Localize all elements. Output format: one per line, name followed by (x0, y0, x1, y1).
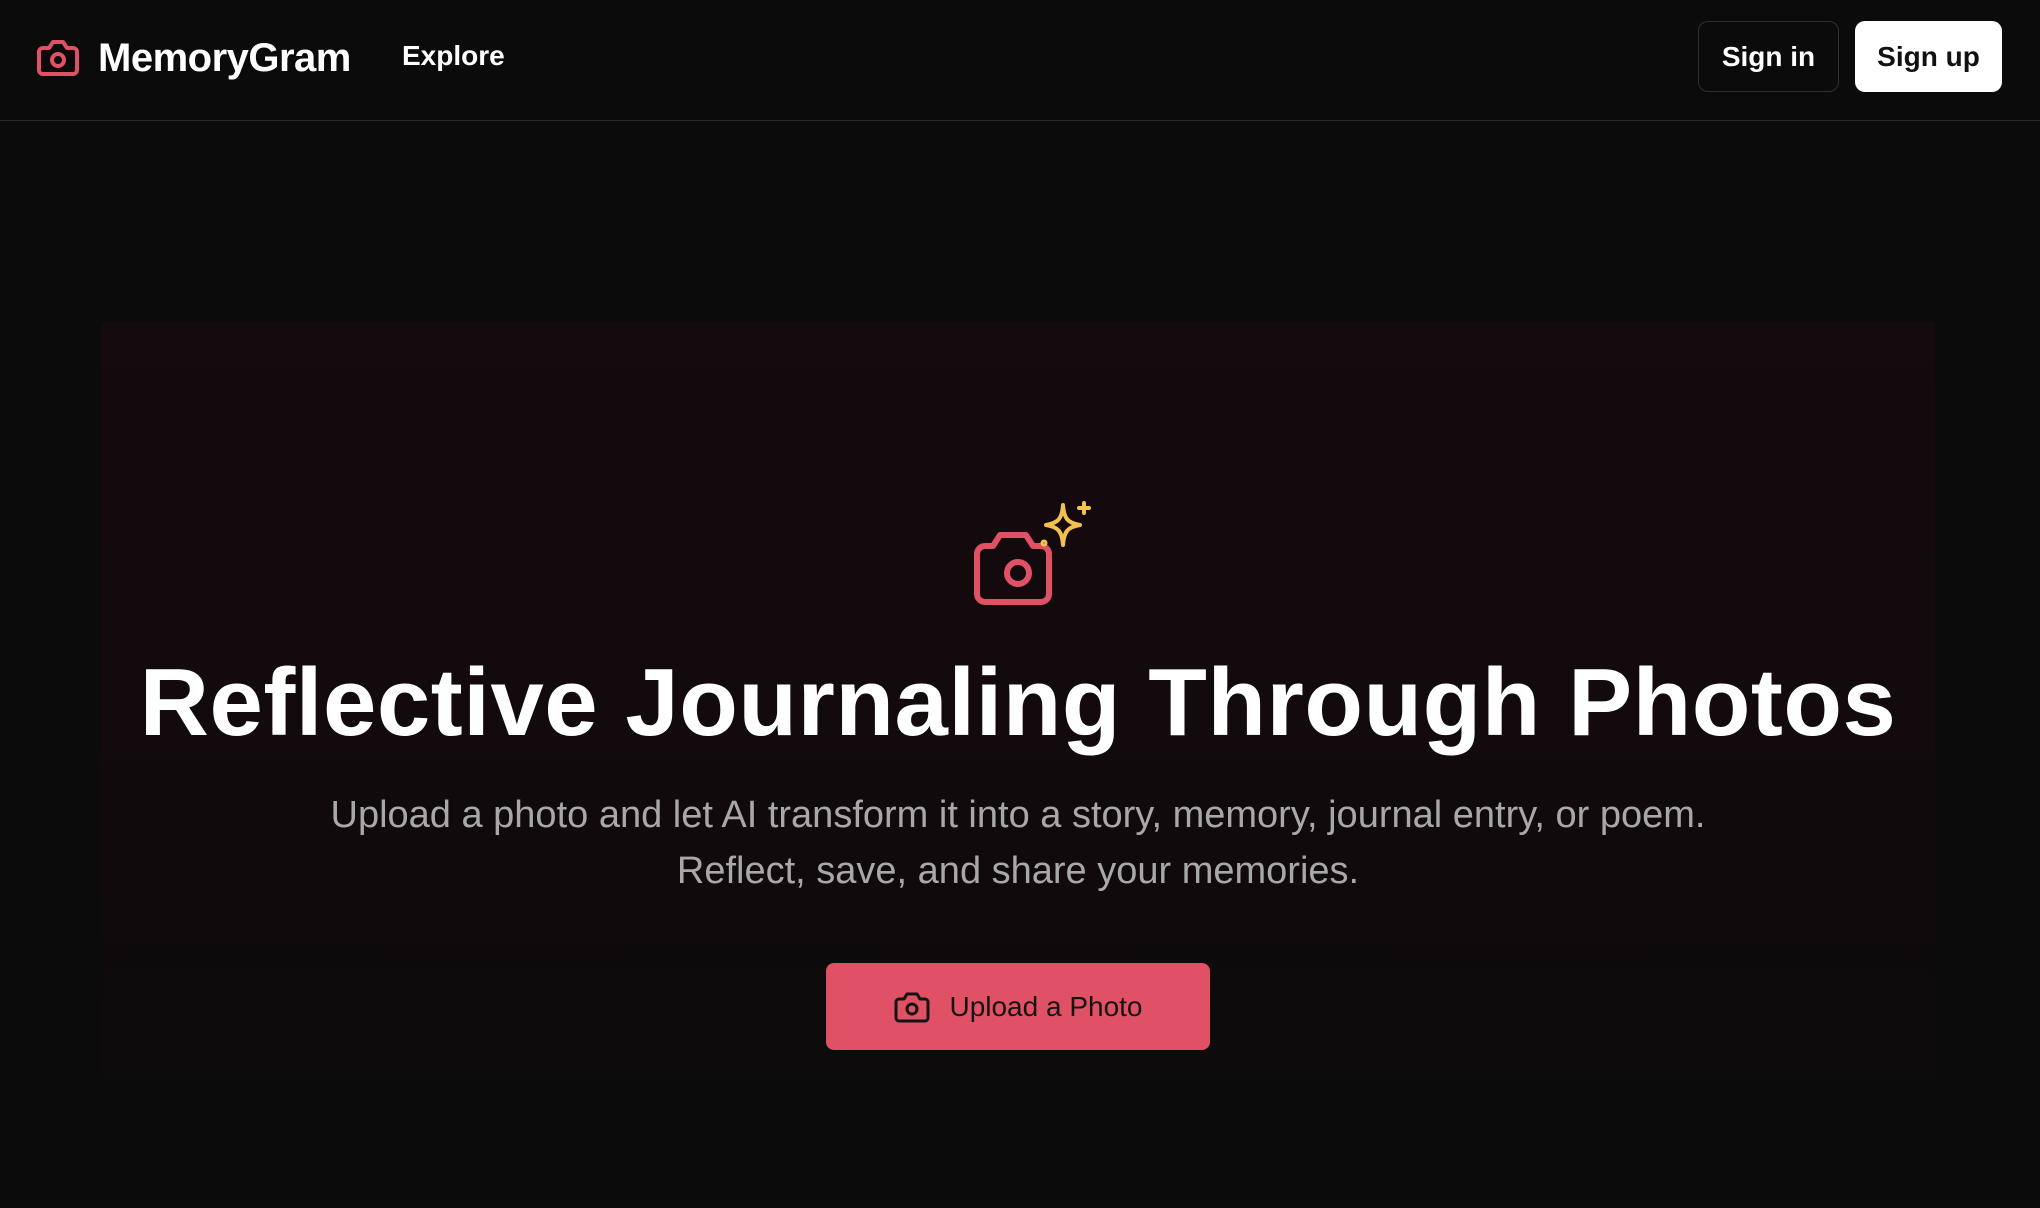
brand-name: MemoryGram (98, 35, 351, 80)
top-nav-bar: MemoryGram Explore Sign in Sign up (0, 0, 2040, 121)
brand-logo-link[interactable]: MemoryGram (34, 30, 351, 86)
hero-title: Reflective Journaling Through Photos (139, 649, 1897, 756)
camera-icon (34, 34, 82, 82)
sign-up-button[interactable]: Sign up (1855, 21, 2002, 92)
hero-section: Reflective Journaling Through Photos Upl… (101, 322, 1935, 1208)
hero-subtitle: Upload a photo and let AI transform it i… (330, 794, 1706, 892)
camera-sparkle-icon (973, 499, 1093, 609)
upload-photo-button[interactable]: Upload a Photo (826, 963, 1210, 1050)
nav-link-explore[interactable]: Explore (402, 40, 505, 72)
upload-photo-label: Upload a Photo (949, 990, 1143, 1022)
sign-in-button[interactable]: Sign in (1698, 21, 1839, 92)
camera-icon (893, 988, 931, 1026)
